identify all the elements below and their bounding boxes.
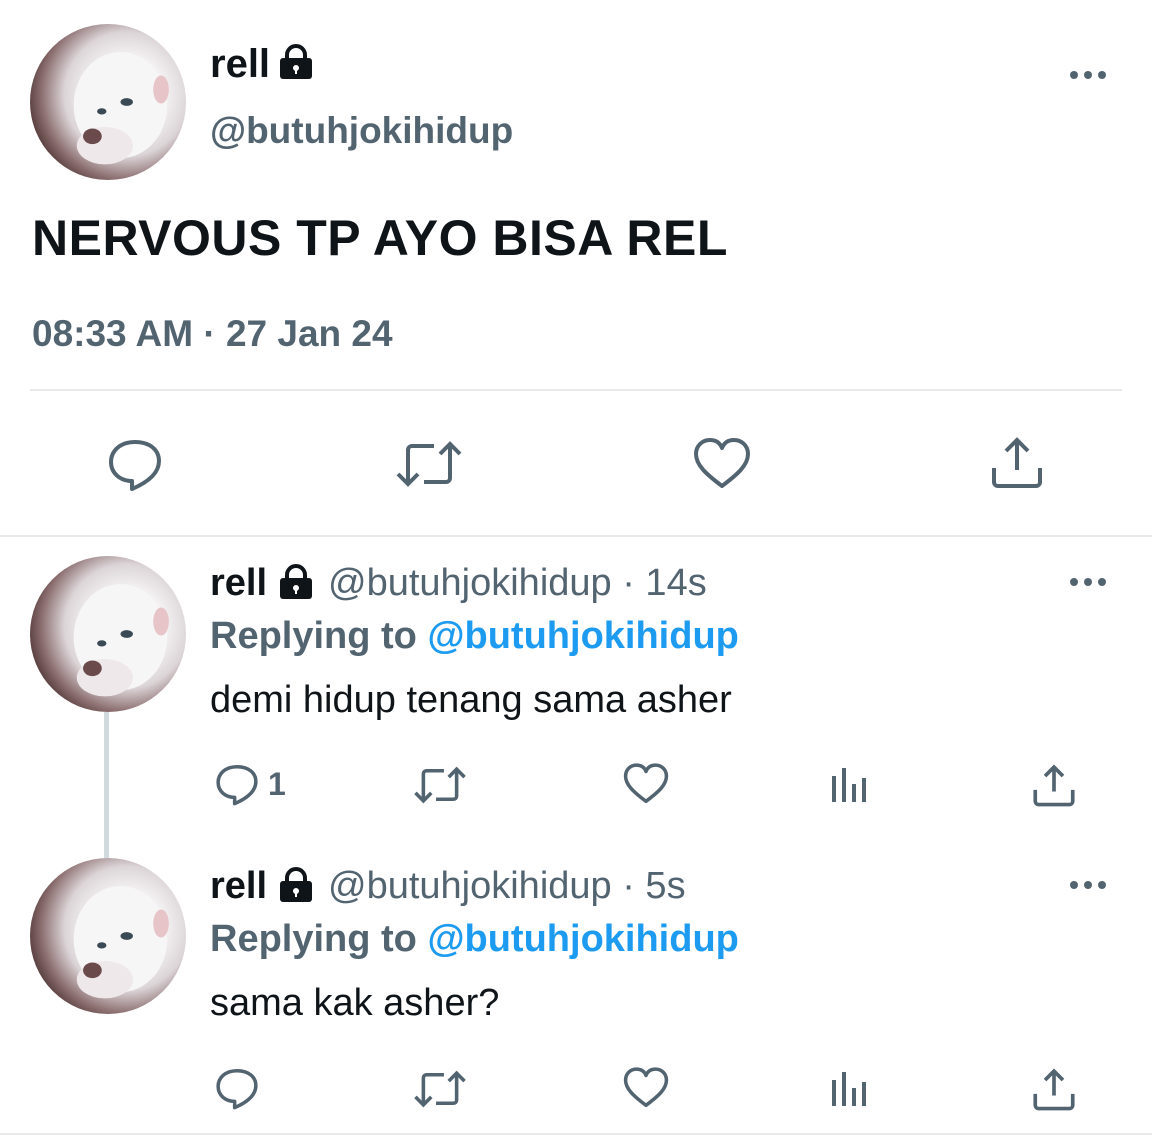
divider — [30, 389, 1122, 391]
more-icon[interactable] — [1068, 65, 1108, 85]
more-icon[interactable] — [1068, 572, 1108, 592]
views-icon[interactable] — [830, 766, 870, 804]
bottom-divider — [0, 1133, 1152, 1135]
mention-link[interactable]: @butuhjokihidup — [427, 615, 738, 657]
lock-icon — [280, 44, 312, 79]
replying-to: Replying to @butuhjokihidup — [210, 920, 739, 958]
reply-icon[interactable] — [214, 1066, 260, 1110]
reply-icon[interactable] — [106, 436, 164, 492]
retweet-icon[interactable] — [412, 766, 468, 804]
replying-to-label: Replying to — [210, 615, 428, 657]
replying-to: Replying to @butuhjokihidup — [210, 617, 739, 655]
avatar[interactable] — [30, 858, 186, 1014]
retweet-icon[interactable] — [412, 1070, 468, 1108]
mention-link[interactable]: @butuhjokihidup — [427, 918, 738, 960]
replying-to-label: Replying to — [210, 918, 428, 960]
kitten-avatar-image — [73, 886, 169, 999]
handle-and-time[interactable]: @butuhjokihidup · 14s — [328, 564, 707, 602]
reply-text: demi hidup tenang sama asher — [210, 679, 732, 721]
avatar[interactable] — [30, 556, 186, 712]
section-divider — [0, 535, 1152, 537]
reply-header: rell — [210, 564, 267, 602]
display-name[interactable]: rell — [210, 562, 267, 604]
heart-icon[interactable] — [692, 436, 752, 492]
avatar[interactable] — [30, 24, 186, 180]
retweet-icon[interactable] — [394, 440, 464, 488]
reply-icon[interactable] — [214, 762, 260, 806]
display-name[interactable]: rell — [210, 44, 270, 84]
display-name[interactable]: rell — [210, 865, 267, 907]
thread-connector — [104, 712, 109, 858]
share-icon[interactable] — [1032, 1066, 1076, 1112]
heart-icon[interactable] — [622, 1066, 670, 1110]
handle-time-text: @butuhjokihidup · 5s — [328, 865, 686, 907]
heart-icon[interactable] — [622, 762, 670, 806]
lock-icon — [280, 564, 312, 599]
reply-text: sama kak asher? — [210, 982, 500, 1024]
reply-header: rell — [210, 867, 267, 905]
views-icon[interactable] — [830, 1070, 870, 1108]
kitten-avatar-image — [73, 52, 169, 165]
share-icon[interactable] — [990, 434, 1044, 490]
handle-and-time[interactable]: @butuhjokihidup · 5s — [328, 867, 686, 905]
more-icon[interactable] — [1068, 875, 1108, 895]
lock-icon — [280, 867, 312, 902]
handle-time-text: @butuhjokihidup · 14s — [328, 562, 707, 604]
tweet-timestamp[interactable]: 08:33 AM · 27 Jan 24 — [32, 315, 393, 352]
kitten-avatar-image — [73, 584, 169, 697]
share-icon[interactable] — [1032, 762, 1076, 808]
tweet-text: NERVOUS TP AYO BISA REL — [32, 210, 728, 266]
reply-count: 1 — [268, 766, 286, 802]
user-handle[interactable]: @butuhjokihidup — [210, 112, 513, 149]
